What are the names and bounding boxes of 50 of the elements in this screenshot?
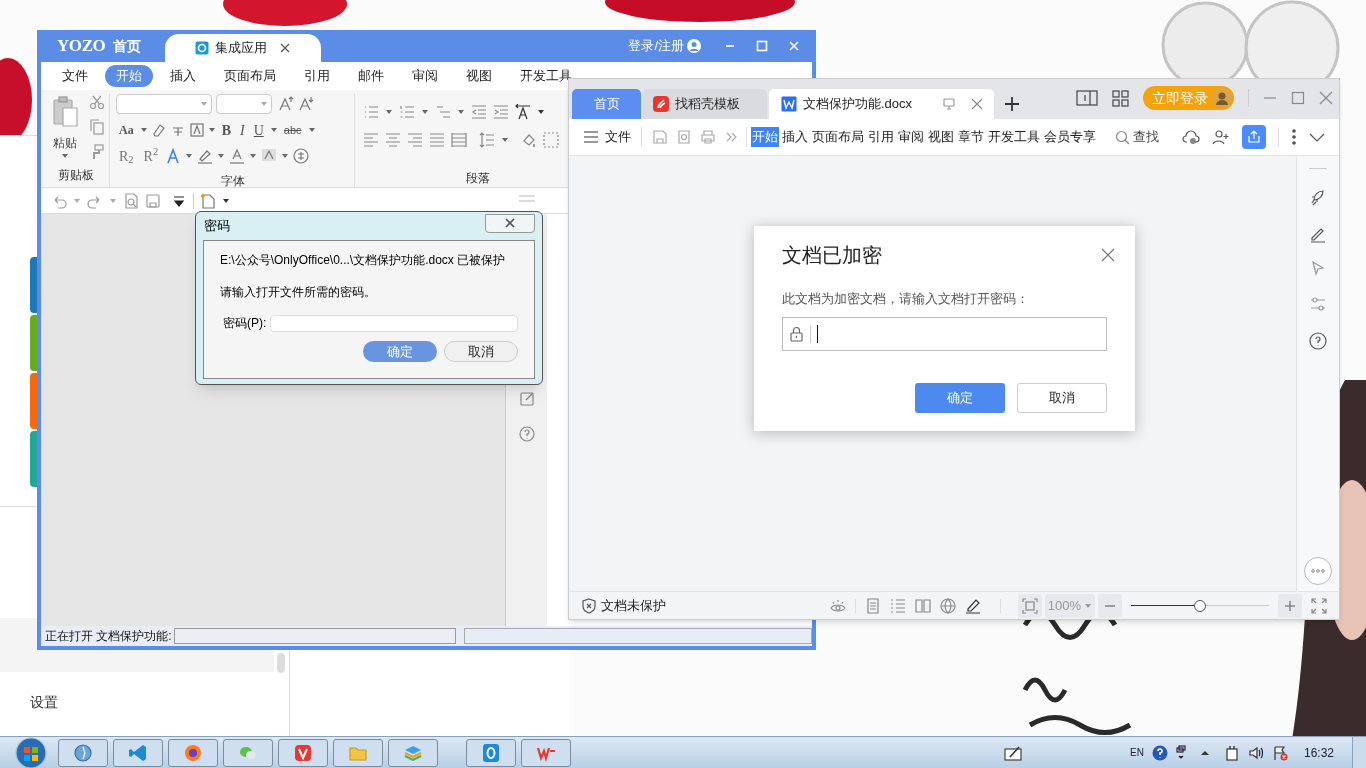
menu-tab[interactable]: 引用 bbox=[867, 127, 895, 147]
menu-tab[interactable]: 视图 bbox=[927, 127, 955, 147]
paste-label[interactable]: 粘贴 bbox=[53, 134, 77, 152]
menu-tab[interactable]: 审阅 bbox=[897, 127, 925, 147]
group-label: 段落 bbox=[465, 170, 491, 187]
menu-tab[interactable]: 开始 bbox=[751, 127, 779, 147]
language-indicator[interactable]: EN bbox=[1130, 745, 1144, 760]
menu-tab[interactable]: 页面布局 bbox=[213, 65, 287, 87]
sidebar-item[interactable]: 设置 bbox=[0, 676, 274, 728]
menu-tab[interactable]: 视图 bbox=[455, 65, 503, 87]
group-label: 剪贴板 bbox=[56, 167, 95, 184]
format-button[interactable]: Aa bbox=[116, 121, 137, 139]
dialog-prompt: 请输入打开文件所需的密码。 bbox=[220, 284, 377, 301]
dialog-prompt: 此文档为加密文档，请输入文档打开密码： bbox=[782, 290, 1030, 308]
tab-label: 首页 bbox=[593, 95, 620, 114]
menu-tab[interactable]: 审阅 bbox=[401, 65, 449, 87]
tab-label: 集成应用 bbox=[215, 39, 268, 58]
format-button[interactable]: U bbox=[250, 119, 267, 141]
format-button[interactable]: B bbox=[218, 119, 234, 141]
app-tab[interactable]: 集成应用 bbox=[165, 34, 322, 62]
menu-tab[interactable]: 文件 bbox=[51, 65, 99, 87]
tab-label: 找稻壳模板 bbox=[675, 95, 740, 114]
menu-tab[interactable]: 邮件 bbox=[347, 65, 395, 87]
search-button[interactable]: 查找 bbox=[1133, 127, 1159, 147]
document-tab[interactable]: 文档保护功能.docx bbox=[769, 89, 994, 119]
script-button[interactable]: R$_{2}$ bbox=[116, 145, 137, 167]
menu-tab[interactable]: 页面布局 bbox=[811, 127, 865, 147]
tab-label: 文档保护功能.docx bbox=[803, 95, 913, 114]
field-label: 密码(P): bbox=[223, 315, 267, 332]
menu-tab[interactable]: 引用 bbox=[293, 65, 341, 87]
menu-tab[interactable]: 插入 bbox=[781, 127, 809, 147]
dialog-title: 密码 bbox=[204, 217, 230, 236]
dialog-message: E:\公众号\OnlyOffice\0...\文档保护功能.docx 已被保护 bbox=[220, 252, 507, 269]
status-text: 正在打开 文档保护功能: bbox=[45, 628, 172, 645]
file-menu[interactable]: 文件 bbox=[583, 127, 631, 147]
format-button[interactable]: abc bbox=[280, 121, 305, 139]
app-logo: YOZO bbox=[57, 35, 106, 58]
document-tab[interactable]: 找稻壳模板 bbox=[643, 89, 767, 119]
menu-tab[interactable]: 会员专享 bbox=[1043, 127, 1097, 147]
menu-tab[interactable]: 章节 bbox=[957, 127, 985, 147]
protection-status[interactable]: 文档未保护 bbox=[601, 595, 666, 616]
dialog-button[interactable]: 取消 bbox=[1017, 382, 1107, 413]
menu-tab[interactable]: 插入 bbox=[159, 65, 207, 87]
script-button[interactable]: R$^{2}$ bbox=[140, 145, 162, 167]
menu-tab[interactable]: 开发工具 bbox=[987, 127, 1041, 147]
group-label: 字体 bbox=[219, 173, 246, 190]
format-button[interactable]: I bbox=[237, 119, 248, 141]
dialog-title: 文档已加密 bbox=[782, 243, 882, 268]
dialog-button[interactable]: 取消 bbox=[444, 341, 518, 362]
clock[interactable]: 16:32 bbox=[1303, 743, 1334, 762]
